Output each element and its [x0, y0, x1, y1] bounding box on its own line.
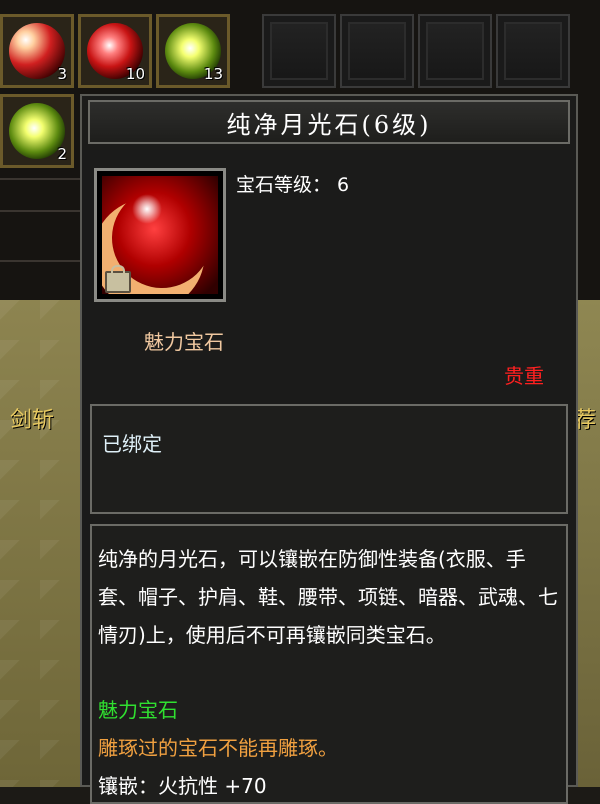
item-icon-frame	[94, 168, 226, 302]
inventory-slot-moonstone[interactable]: 3	[0, 14, 74, 88]
inventory-slot-peridot[interactable]: 2	[0, 94, 74, 168]
item-count: 13	[203, 65, 223, 83]
inventory-slot-ruby[interactable]: 10	[78, 14, 152, 88]
empty-slot[interactable]	[262, 14, 336, 88]
divider	[0, 260, 80, 262]
item-description: 纯净的月光石，可以镶嵌在防御性装备(衣服、手套、帽子、护肩、鞋、腰带、项链、暗器…	[98, 547, 558, 647]
gem-level: 宝石等级： 6	[236, 174, 350, 196]
description-panel: 纯净的月光石，可以镶嵌在防御性装备(衣服、手套、帽子、护肩、鞋、腰带、项链、暗器…	[90, 524, 568, 804]
gem-type: 魅力宝石	[144, 330, 224, 354]
bind-status: 已绑定	[102, 432, 162, 456]
empty-slot[interactable]	[418, 14, 492, 88]
item-title: 纯净月光石(6级)	[226, 110, 432, 139]
map-background-left	[0, 300, 90, 787]
inlay-line: 镶嵌：火抗性 +70	[98, 774, 267, 798]
rarity-label: 贵重	[504, 364, 544, 388]
item-count: 3	[57, 65, 67, 83]
map-label-left: 剑斩	[10, 408, 55, 433]
inventory-slot-topaz[interactable]: 13	[156, 14, 230, 88]
bind-panel: 已绑定	[90, 404, 568, 514]
tooltip-title-bar: 纯净月光石(6级)	[88, 100, 570, 144]
lock-icon	[105, 265, 131, 293]
item-count: 10	[125, 65, 145, 83]
warning-line: 雕琢过的宝石不能再雕琢。	[98, 736, 338, 760]
divider	[0, 210, 80, 212]
empty-slot[interactable]	[340, 14, 414, 88]
divider	[0, 178, 80, 180]
category-line: 魅力宝石	[98, 698, 178, 722]
item-tooltip: 纯净月光石(6级) 宝石等级： 6 魅力宝石 贵重 已绑定 纯净的月光石，可以镶…	[80, 94, 578, 804]
empty-slot[interactable]	[496, 14, 570, 88]
item-count: 2	[57, 145, 67, 163]
